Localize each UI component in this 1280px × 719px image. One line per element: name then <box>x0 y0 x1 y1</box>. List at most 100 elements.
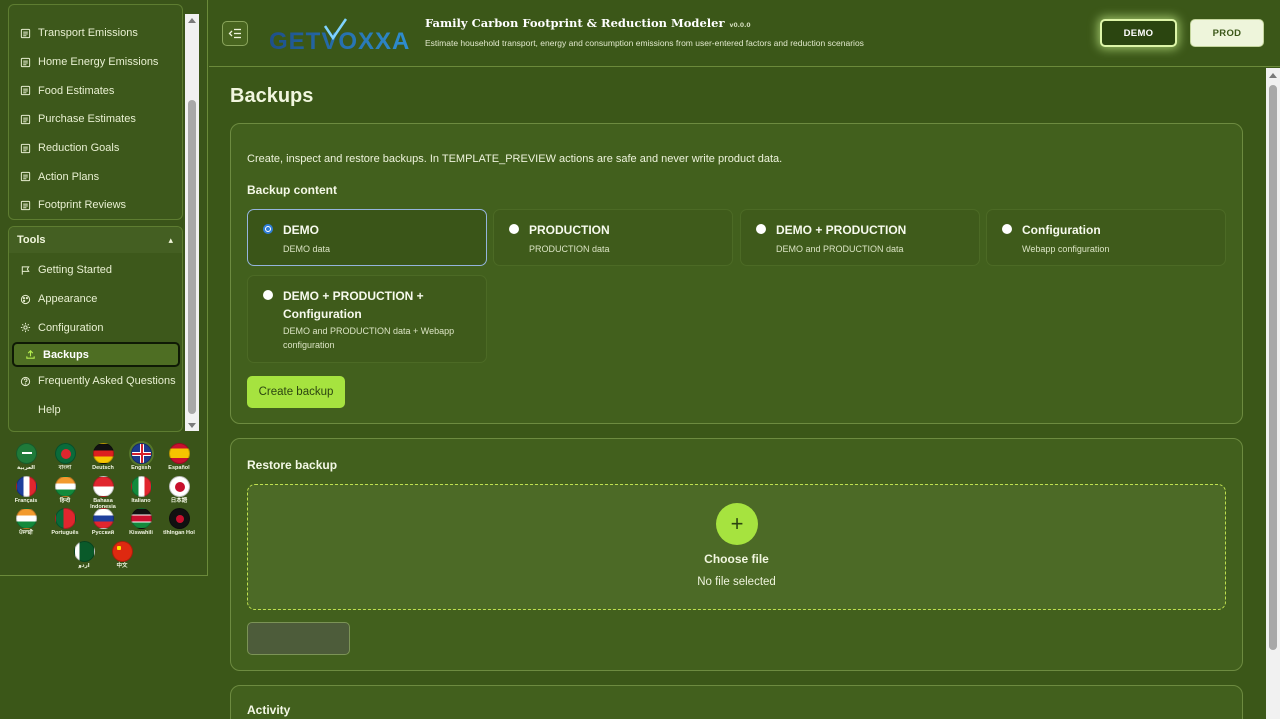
sidebar-item-reduction-goals[interactable]: Reduction Goals <box>9 134 182 163</box>
sidebar-item-action-plans[interactable]: Action Plans <box>9 162 182 191</box>
file-dropzone[interactable]: + Choose file No file selected <box>247 484 1226 610</box>
sidebar-item-label: Purchase Estimates <box>38 113 136 126</box>
no-file-selected-text: No file selected <box>697 576 776 588</box>
portugal-flag-icon <box>54 508 76 529</box>
sidebar-item-home-energy-emissions[interactable]: Home Energy Emissions <box>9 48 182 77</box>
uk-flag-icon <box>130 443 152 464</box>
backup-option-production[interactable]: PRODUCTION PRODUCTION data <box>493 209 733 266</box>
option-description: DEMO data <box>283 244 331 254</box>
language-selector: العربية বাংলা Deutsch English Español Fr… <box>8 438 200 572</box>
radio-unselected[interactable] <box>263 290 273 300</box>
language-arabic[interactable]: العربية <box>9 443 43 471</box>
prod-environment-button[interactable]: PROD <box>1190 19 1264 47</box>
radio-unselected[interactable] <box>509 224 519 234</box>
backup-option-configuration[interactable]: Configuration Webapp configuration <box>986 209 1226 266</box>
language-indonesian[interactable]: Bahasa Indonesia <box>86 476 120 510</box>
main-scrollbar[interactable] <box>1266 68 1280 719</box>
sidebar-item-label: Footprint Reviews <box>38 199 127 212</box>
logo: GETVOXXA <box>269 16 411 55</box>
language-swahili[interactable]: Kiswahili <box>124 508 158 536</box>
india-flag-icon <box>15 508 37 529</box>
china-flag-icon <box>111 541 133 562</box>
sidebar-item-configuration[interactable]: Configuration <box>9 313 182 342</box>
sidebar-item-food-estimates[interactable]: Food Estimates <box>9 76 182 105</box>
backup-option-all[interactable]: DEMO + PRODUCTION + Configuration DEMO a… <box>247 275 487 363</box>
create-backup-button[interactable]: Create backup <box>247 376 345 408</box>
sidebar-item-transport-emissions[interactable]: Transport Emissions <box>9 19 182 48</box>
scroll-down-arrow-icon[interactable] <box>188 423 196 428</box>
sidebar-item-label: Appearance <box>38 293 98 306</box>
language-chinese[interactable]: 中文 <box>105 541 139 569</box>
flag-icon <box>19 264 31 276</box>
language-japanese[interactable]: 日本語 <box>162 476 196 504</box>
sidebar: Transport Emissions Home Energy Emission… <box>0 0 208 576</box>
demo-environment-button[interactable]: DEMO <box>1100 19 1177 47</box>
radio-unselected[interactable] <box>1002 224 1012 234</box>
language-label: English <box>131 465 151 471</box>
language-portuguese[interactable]: Português <box>48 508 82 536</box>
restore-button[interactable] <box>247 622 350 655</box>
language-label: Italiano <box>131 498 151 504</box>
language-label: Deutsch <box>92 465 114 471</box>
language-hindi[interactable]: हिन्दी <box>48 476 82 504</box>
backup-content-heading: Backup content <box>247 183 338 197</box>
page-title: Backups <box>230 85 314 107</box>
sidebar-item-help[interactable]: Help <box>9 396 182 425</box>
language-russian[interactable]: Русский <box>86 508 120 536</box>
scrollbar-thumb[interactable] <box>188 100 196 414</box>
language-klingon[interactable]: tlhIngan Hol <box>162 508 196 536</box>
backup-option-demo[interactable]: DEMO DEMO data <box>247 209 487 266</box>
sidebar-item-label: Backups <box>43 348 89 361</box>
pakistan-flag-icon <box>73 541 95 562</box>
language-english[interactable]: English <box>124 443 158 471</box>
italy-flag-icon <box>130 476 152 497</box>
scroll-up-arrow-icon[interactable] <box>1269 73 1277 78</box>
option-title: DEMO <box>283 223 319 237</box>
language-punjabi[interactable]: ਪੰਜਾਬੀ <box>9 508 43 536</box>
indonesia-flag-icon <box>92 476 114 497</box>
app-header: GETVOXXA Family Carbon Footprint & Reduc… <box>209 0 1280 67</box>
sidebar-item-label: Home Energy Emissions <box>38 56 159 69</box>
option-description: Webapp configuration <box>1022 244 1110 254</box>
option-title: Configuration <box>1022 223 1101 237</box>
language-german[interactable]: Deutsch <box>86 443 120 471</box>
sidebar-scrollbar[interactable] <box>185 14 199 431</box>
language-italian[interactable]: Italiano <box>124 476 158 504</box>
upload-icon <box>24 349 36 361</box>
scrollbar-thumb[interactable] <box>1269 85 1277 650</box>
document-icon <box>19 85 31 97</box>
russia-flag-icon <box>92 508 114 529</box>
app-title-text: Family Carbon Footprint & Reduction Mode… <box>425 16 725 30</box>
restore-backup-card: Restore backup + Choose file No file sel… <box>230 438 1243 671</box>
language-french[interactable]: Français <box>9 476 43 504</box>
nav-group-tools: Tools ▴ Getting Started Appearance Confi… <box>8 226 183 432</box>
document-icon <box>19 171 31 183</box>
sidebar-item-faq[interactable]: Frequently Asked Questions <box>9 367 182 396</box>
plus-icon[interactable]: + <box>716 503 758 545</box>
language-label: ਪੰਜਾਬੀ <box>19 530 33 536</box>
tools-section-header[interactable]: Tools ▴ <box>9 227 182 253</box>
option-title: DEMO + PRODUCTION <box>776 223 907 237</box>
language-spanish[interactable]: Español <box>162 443 196 471</box>
language-label: Español <box>168 465 190 471</box>
radio-selected[interactable] <box>263 224 273 234</box>
radio-unselected[interactable] <box>756 224 766 234</box>
sidebar-item-appearance[interactable]: Appearance <box>9 285 182 314</box>
sidebar-item-purchase-estimates[interactable]: Purchase Estimates <box>9 105 182 134</box>
language-label: বাংলা <box>58 465 72 471</box>
sidebar-item-getting-started[interactable]: Getting Started <box>9 256 182 285</box>
sidebar-item-label: Transport Emissions <box>38 27 138 40</box>
spain-flag-icon <box>168 443 190 464</box>
india-flag-icon <box>54 476 76 497</box>
language-urdu[interactable]: اردو <box>67 541 101 569</box>
language-bengali[interactable]: বাংলা <box>48 443 82 471</box>
backup-option-demo-production[interactable]: DEMO + PRODUCTION DEMO and PRODUCTION da… <box>740 209 980 266</box>
language-label: Français <box>14 498 38 504</box>
sidebar-item-backups[interactable]: Backups <box>12 342 180 368</box>
sidebar-toggle-button[interactable] <box>222 21 248 46</box>
saudi-flag-icon <box>15 443 37 464</box>
main-content: Backups Create, inspect and restore back… <box>209 68 1266 719</box>
collapse-sidebar-icon <box>228 28 241 39</box>
scroll-up-arrow-icon[interactable] <box>188 18 196 23</box>
sidebar-item-footprint-reviews[interactable]: Footprint Reviews <box>9 191 182 220</box>
